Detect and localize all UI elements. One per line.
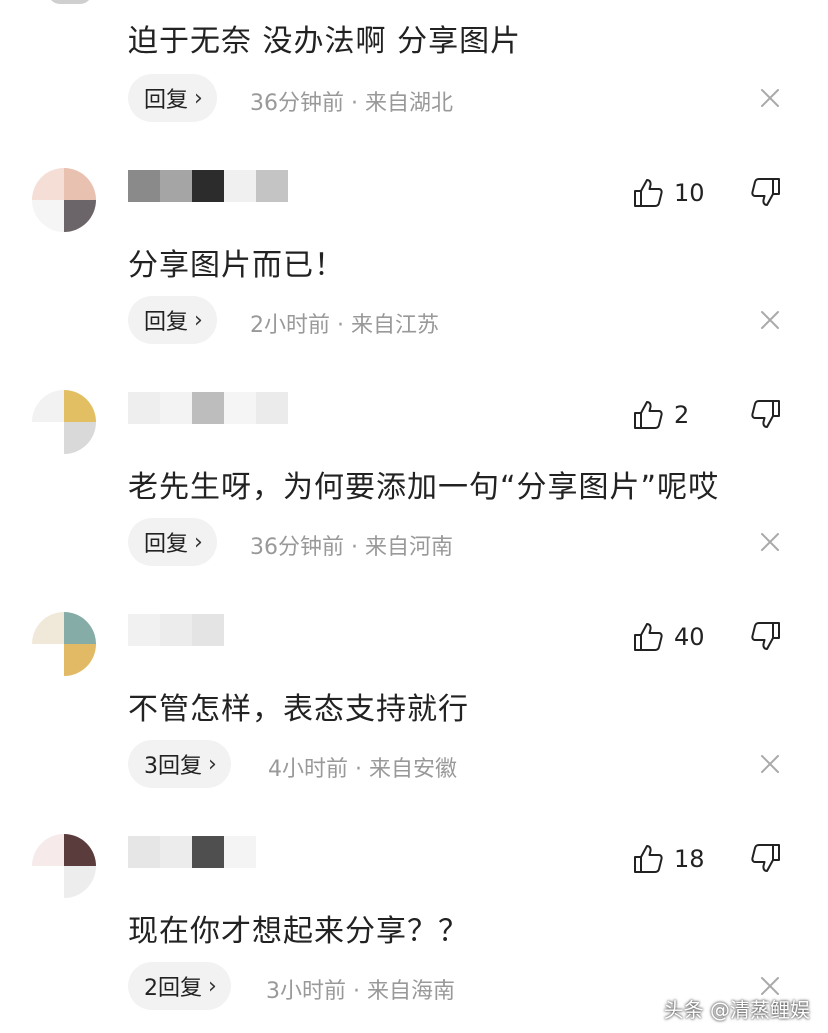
like-button[interactable]: 18 xyxy=(632,842,705,876)
comment-text: 老先生呀，为何要添加一句“分享图片”呢哎 xyxy=(128,470,720,505)
thumbs-down-icon[interactable] xyxy=(750,842,786,876)
thumbs-up-icon xyxy=(632,399,664,431)
thumbs-down-icon[interactable] xyxy=(750,620,786,654)
close-icon[interactable] xyxy=(758,530,782,554)
avatar[interactable] xyxy=(32,834,96,898)
reply-button[interactable]: 2回复 › xyxy=(128,962,231,1010)
reply-button[interactable]: 3回复 › xyxy=(128,740,231,788)
like-count: 40 xyxy=(674,623,705,651)
reply-label: 回复 xyxy=(144,88,189,113)
chevron-right-icon: › xyxy=(194,529,203,555)
chevron-right-icon: › xyxy=(194,85,203,111)
chevron-right-icon: › xyxy=(208,751,217,777)
reply-label: 3回复 xyxy=(144,754,202,779)
watermark: 头条 @清蒸鲤娱 xyxy=(663,998,810,1022)
comment-text: 不管怎样，表态支持就行 xyxy=(128,692,469,727)
like-button[interactable]: 10 xyxy=(632,176,705,210)
comment-meta: 2小时前 · 来自江苏 xyxy=(250,313,439,338)
username-blurred[interactable] xyxy=(128,392,298,424)
like-count: 2 xyxy=(674,401,690,429)
close-icon[interactable] xyxy=(758,86,782,110)
reply-label: 回复 xyxy=(144,532,189,557)
comment-text: 迫于无奈 没办法啊 分享图片 xyxy=(128,24,522,59)
like-button[interactable]: 40 xyxy=(632,620,705,654)
close-icon[interactable] xyxy=(758,308,782,332)
reply-button[interactable]: 回复 › xyxy=(128,518,217,566)
avatar[interactable] xyxy=(48,0,92,4)
thumbs-up-icon xyxy=(632,621,664,653)
reply-button[interactable]: 回复 › xyxy=(128,74,217,122)
reply-button[interactable]: 回复 › xyxy=(128,296,217,344)
comment-text: 现在你才想起来分享？？ xyxy=(128,914,469,949)
avatar[interactable] xyxy=(32,390,96,454)
thumbs-up-icon xyxy=(632,843,664,875)
avatar[interactable] xyxy=(32,612,96,676)
username-blurred[interactable] xyxy=(128,170,298,202)
close-icon[interactable] xyxy=(758,752,782,776)
comment-meta: 4小时前 · 来自安徽 xyxy=(268,757,457,782)
thumbs-down-icon[interactable] xyxy=(750,398,786,432)
reply-label: 回复 xyxy=(144,310,189,335)
comment-meta: 3小时前 · 来自海南 xyxy=(266,979,455,1004)
like-count: 18 xyxy=(674,845,705,873)
comment-text: 分享图片而已！ xyxy=(128,248,345,283)
username-blurred[interactable] xyxy=(128,836,298,868)
like-count: 10 xyxy=(674,179,705,207)
chevron-right-icon: › xyxy=(208,973,217,999)
avatar[interactable] xyxy=(32,168,96,232)
username-blurred[interactable] xyxy=(128,614,298,646)
chevron-right-icon: › xyxy=(194,307,203,333)
thumbs-down-icon[interactable] xyxy=(750,176,786,210)
reply-label: 2回复 xyxy=(144,976,202,1001)
comment-meta: 36分钟前 · 来自河南 xyxy=(250,535,453,560)
like-button[interactable]: 2 xyxy=(632,398,689,432)
thumbs-up-icon xyxy=(632,177,664,209)
comment-meta: 36分钟前 · 来自湖北 xyxy=(250,91,453,116)
